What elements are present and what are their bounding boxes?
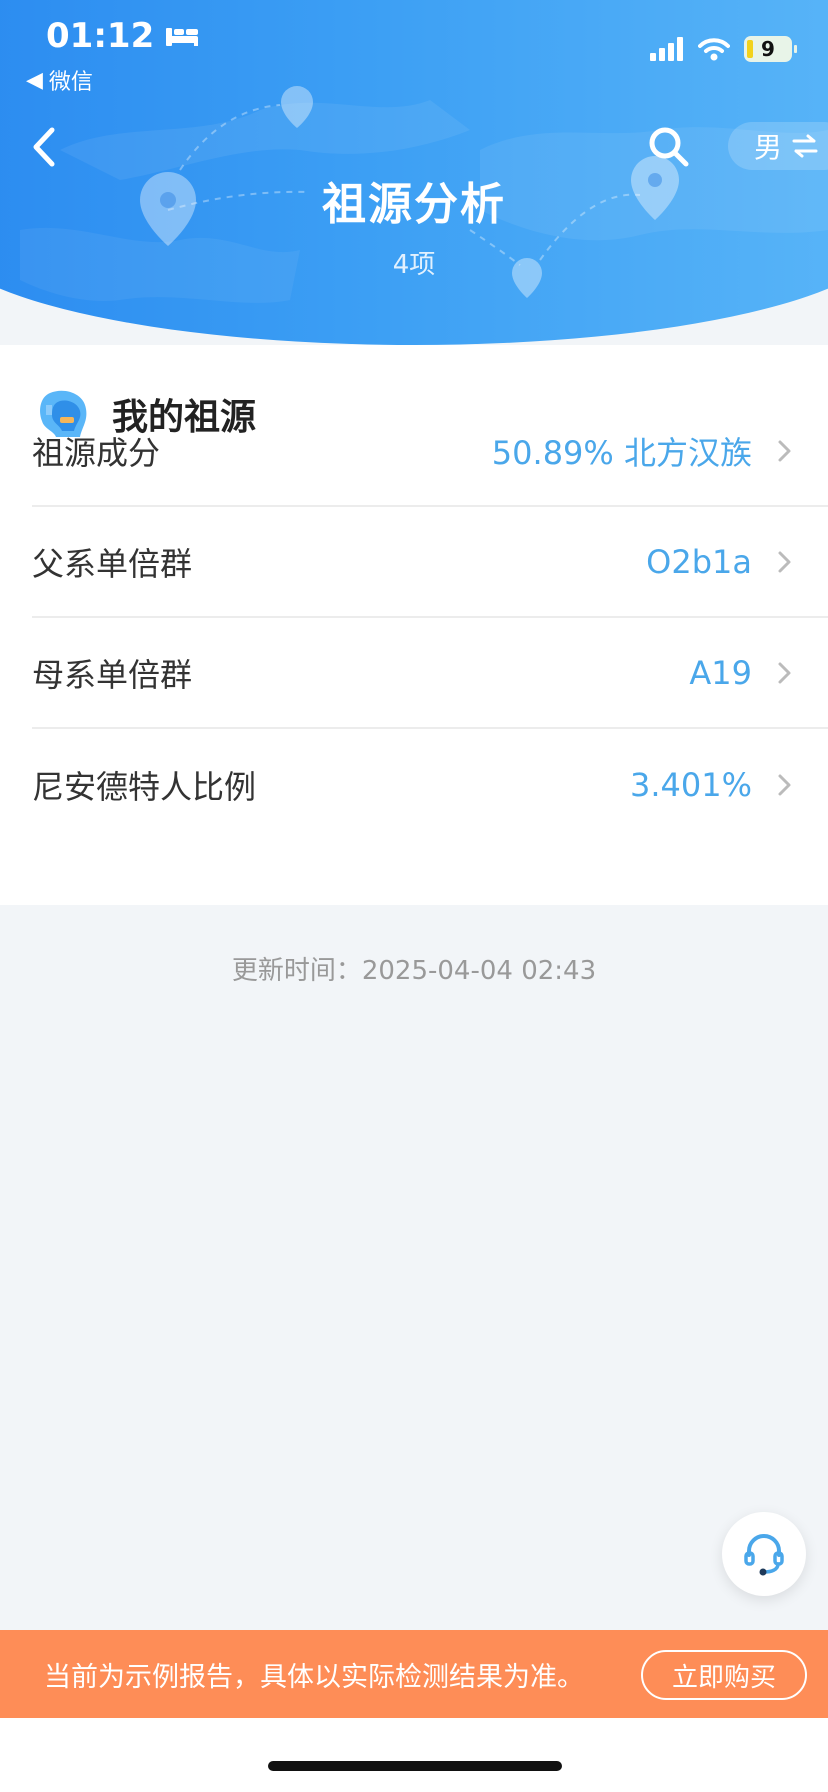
wifi-icon [698,38,730,61]
banner-text: 当前为示例报告，具体以实际检测结果为准。 [44,1661,584,1693]
customer-service-button[interactable] [722,1512,806,1596]
battery-indicator: 9 [744,36,797,62]
status-back-label: 微信 [48,70,93,95]
status-time-text: 01:12 [46,16,155,56]
row-label: 尼安德特人比例 [32,767,257,806]
signal-icon [650,37,683,61]
status-back-to-app[interactable]: ◀ 微信 [26,64,93,96]
maternal-haplogroup-row[interactable]: 母系单倍群 A19 [32,618,828,729]
chevron-right-icon [778,440,791,461]
bed-icon [166,28,199,46]
sample-report-banner: 当前为示例报告，具体以实际检测结果为准。 立即购买 [0,1630,828,1718]
update-time: 更新时间：2025-04-04 02:43 [231,956,597,986]
gender-label: 男 [754,131,783,164]
row-label: 母系单倍群 [32,655,193,694]
ancestry-composition-row[interactable]: 祖源成分 50.89% 北方汉族 [32,396,828,507]
search-icon[interactable] [646,124,690,168]
back-triangle-icon: ◀ [26,67,43,93]
ancestry-card: 我的祖源 祖源成分 50.89% 北方汉族 父系单倍群 O2b1a 母系单倍群 … [0,345,828,905]
bottom-safe-area [0,1718,828,1792]
gender-switch-button[interactable]: 男 [728,122,828,170]
chevron-right-icon [778,774,791,795]
row-value: 50.89% 北方汉族 [491,433,752,472]
swap-arrows-icon [792,134,818,158]
page-title: 祖源分析 [322,179,506,230]
row-label: 父系单倍群 [32,544,193,583]
battery-level: 9 [761,37,775,61]
paternal-haplogroup-row[interactable]: 父系单倍群 O2b1a [32,507,828,618]
page-subtitle: 4项 [392,250,436,280]
row-value: A19 [689,653,752,692]
row-label: 祖源成分 [32,433,161,472]
headset-icon [744,1534,784,1576]
neanderthal-ratio-row[interactable]: 尼安德特人比例 3.401% [32,729,828,840]
row-value: O2b1a [646,542,752,581]
row-value: 3.401% [629,765,752,804]
status-indicators: 9 [650,36,797,62]
chevron-right-icon [778,551,791,572]
status-time: 01:12 [46,16,200,56]
home-indicator[interactable] [268,1761,562,1771]
buy-now-button[interactable]: 立即购买 [641,1650,807,1700]
back-arrow-icon[interactable] [24,122,64,172]
chevron-right-icon [778,662,791,683]
header: 01:12 ◀ 微信 9 男 祖源分析 4项 [0,0,828,345]
